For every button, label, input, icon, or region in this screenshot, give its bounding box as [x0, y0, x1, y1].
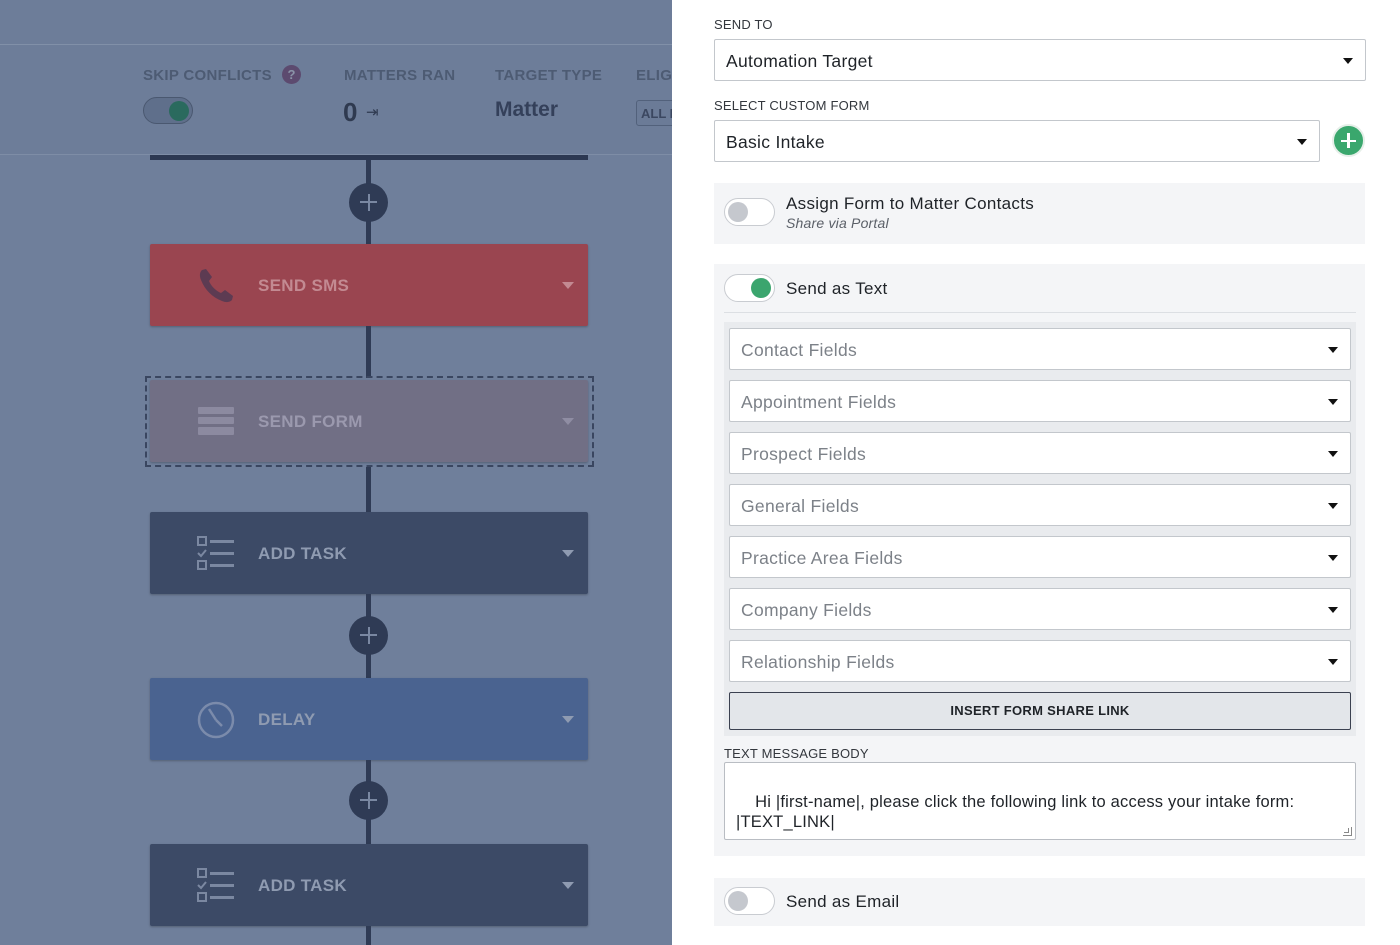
message-body-label: TEXT MESSAGE BODY	[724, 746, 869, 761]
workflow-topbar	[0, 0, 672, 45]
help-icon[interactable]: ?	[282, 65, 301, 84]
skip-conflicts-toggle[interactable]	[143, 97, 193, 124]
select-placeholder: Prospect Fields	[741, 444, 867, 464]
eligibility-label: ELIGI	[636, 67, 672, 84]
chevron-down-icon	[1328, 503, 1338, 509]
message-body-textarea[interactable]: Hi |first-name|, please click the follow…	[724, 762, 1356, 840]
chevron-down-icon	[1328, 451, 1338, 457]
step-label: ADD TASK	[258, 544, 347, 563]
chevron-down-icon	[1297, 139, 1307, 145]
toggle-knob	[728, 202, 748, 222]
chevron-down-icon[interactable]	[562, 882, 574, 889]
clock-icon	[197, 701, 235, 739]
send-to-label: SEND TO	[714, 17, 773, 32]
chevron-down-icon	[1328, 607, 1338, 613]
connector-line	[366, 926, 371, 945]
select-placeholder: Relationship Fields	[741, 652, 895, 672]
toggle-knob	[728, 891, 748, 911]
add-step-icon[interactable]	[349, 616, 388, 655]
run-matters-icon[interactable]: ⇥	[366, 103, 379, 121]
connector-line	[366, 326, 371, 378]
custom-form-label: SELECT CUSTOM FORM	[714, 98, 870, 113]
relationship-fields-select[interactable]: Relationship Fields	[729, 640, 1351, 682]
target-type-label: TARGET TYPE	[495, 67, 603, 84]
select-placeholder: Company Fields	[741, 600, 872, 620]
add-step-icon[interactable]	[349, 183, 388, 222]
general-fields-select[interactable]: General Fields	[729, 484, 1351, 526]
step-label: SEND SMS	[258, 276, 350, 295]
contact-fields-select[interactable]: Contact Fields	[729, 328, 1351, 370]
chevron-down-icon[interactable]	[562, 282, 574, 289]
appointment-fields-select[interactable]: Appointment Fields	[729, 380, 1351, 422]
chevron-down-icon	[1328, 555, 1338, 561]
step-delay[interactable]: DELAY	[150, 678, 588, 760]
eligibility-button[interactable]: ALL F	[636, 100, 672, 126]
custom-form-value: Basic Intake	[726, 132, 825, 152]
chevron-down-icon	[1328, 659, 1338, 665]
practice-area-fields-select[interactable]: Practice Area Fields	[729, 536, 1351, 578]
select-placeholder: Practice Area Fields	[741, 548, 903, 568]
send-to-value: Automation Target	[726, 51, 873, 71]
step-label: DELAY	[258, 710, 316, 729]
chevron-down-icon	[1343, 58, 1353, 64]
assign-form-title: Assign Form to Matter Contacts	[786, 194, 1035, 213]
custom-form-select[interactable]: Basic Intake	[714, 120, 1320, 162]
send-as-text-title: Send as Text	[786, 279, 888, 298]
divider	[724, 312, 1356, 313]
chevron-down-icon[interactable]	[562, 550, 574, 557]
skip-conflicts-label: SKIP CONFLICTS	[143, 67, 272, 84]
connector-line	[366, 467, 371, 513]
select-placeholder: General Fields	[741, 496, 860, 516]
step-send-sms[interactable]: SEND SMS	[150, 244, 588, 326]
workflow-canvas: SKIP CONFLICTS ? MATTERS RAN 0 ⇥ TARGET …	[0, 0, 672, 945]
step-label: SEND FORM	[258, 412, 363, 431]
send-as-email-toggle[interactable]	[724, 887, 775, 915]
chevron-down-icon	[1328, 399, 1338, 405]
step-add-task[interactable]: ADD TASK	[150, 844, 588, 926]
checklist-icon	[197, 868, 234, 902]
send-as-text-toggle[interactable]	[724, 274, 775, 302]
chevron-down-icon[interactable]	[562, 418, 574, 425]
matters-ran-count: 0	[343, 97, 358, 127]
step-add-task[interactable]: ADD TASK	[150, 512, 588, 594]
select-placeholder: Appointment Fields	[741, 392, 897, 412]
send-to-select[interactable]: Automation Target	[714, 39, 1366, 81]
toggle-knob	[751, 278, 771, 298]
prospect-fields-select[interactable]: Prospect Fields	[729, 432, 1351, 474]
checklist-icon	[197, 536, 234, 570]
phone-icon	[199, 269, 233, 303]
workflow-stats-bar	[0, 45, 672, 155]
assign-form-subtitle: Share via Portal	[786, 215, 889, 231]
message-body-text: Hi |first-name|, please click the follow…	[736, 793, 1295, 831]
step-settings-panel: SEND TO Automation Target SELECT CUSTOM …	[672, 0, 1400, 945]
chevron-down-icon[interactable]	[562, 716, 574, 723]
toggle-knob	[169, 101, 189, 121]
step-label: ADD TASK	[258, 876, 347, 895]
select-placeholder: Contact Fields	[741, 340, 858, 360]
add-form-button[interactable]	[1332, 124, 1365, 157]
target-type-value: Matter	[495, 98, 559, 121]
assign-form-toggle[interactable]	[724, 198, 775, 226]
company-fields-select[interactable]: Company Fields	[729, 588, 1351, 630]
form-icon	[198, 407, 234, 435]
send-as-email-title: Send as Email	[786, 892, 900, 911]
chevron-down-icon	[1328, 347, 1338, 353]
matters-ran-label: MATTERS RAN	[344, 67, 456, 84]
add-step-icon[interactable]	[349, 781, 388, 820]
resize-handle-icon[interactable]	[1343, 827, 1352, 836]
step-send-form[interactable]: SEND FORM	[150, 380, 588, 462]
insert-form-share-link-button[interactable]: INSERT FORM SHARE LINK	[729, 692, 1351, 730]
